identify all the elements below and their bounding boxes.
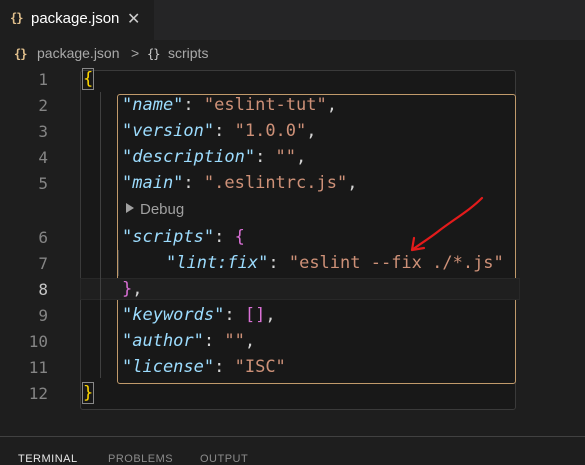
indent-guide [118,250,119,276]
debug-label: Debug [140,201,185,218]
object-node-icon: {} [147,47,160,61]
line-number: 5 [38,174,48,193]
tab-package-json[interactable]: {} package.json ✕ [0,0,154,40]
code-line[interactable]: }, [122,276,143,302]
code-line[interactable]: "main": ".eslintrc.js", [122,170,357,196]
line-number: 10 [28,332,48,351]
code-line[interactable]: "description": "", [122,144,306,170]
comma: , [265,305,276,325]
current-line-highlight [80,278,520,300]
play-icon [126,203,134,213]
colon: : [255,147,276,167]
line-number: 2 [38,96,48,115]
indent-guide [100,92,101,378]
code-line[interactable]: "version": "1.0.0", [122,118,317,144]
colon: : [183,173,204,193]
comma: , [306,121,317,141]
breadcrumb-node[interactable]: scripts [168,45,208,61]
comma: , [347,173,358,193]
json-value: [] [244,305,266,325]
code-line[interactable]: "name": "eslint-tut", [122,92,337,118]
code-line[interactable]: { [82,66,95,92]
line-number: 7 [38,254,48,273]
debug-codelens[interactable]: Debug [126,201,184,218]
json-value: "1.0.0" [234,121,307,141]
bottom-panel-tabs: TERMINAL PROBLEMS OUTPUT [0,436,585,465]
line-number: 11 [28,358,48,377]
json-key: "lint:fix" [166,253,269,273]
code-line[interactable]: "license": "ISC" [122,354,286,380]
comma: , [296,147,307,167]
comma: , [244,331,256,351]
close-icon[interactable]: ✕ [127,9,140,29]
colon: : [268,253,289,273]
tab-terminal[interactable]: TERMINAL [18,453,78,465]
json-file-icon: {} [14,47,27,61]
tab-label: package.json [31,10,120,27]
json-value: ".eslintrc.js" [203,173,348,193]
comma: , [326,95,337,115]
brace: { [82,68,95,90]
json-key: "description" [122,147,256,167]
colon: : [214,357,235,377]
colon: : [203,331,225,351]
breadcrumb-file[interactable]: package.json [37,45,120,61]
json-key: "main" [122,173,184,193]
json-key: "scripts" [122,227,215,247]
line-number: 9 [38,306,48,325]
tab-problems[interactable]: PROBLEMS [108,453,173,465]
brace: { [234,227,245,247]
json-value: "" [224,331,245,351]
colon: : [214,227,235,247]
json-file-icon: {} [10,11,23,25]
json-value: "ISC" [234,357,286,377]
json-value: "eslint-tut" [203,95,327,115]
breadcrumb: {} package.json > {} scripts [0,40,585,66]
json-key: "license" [122,357,215,377]
colon: : [183,95,204,115]
brace: } [82,382,95,404]
line-number: 8 [38,280,48,299]
tab-output[interactable]: OUTPUT [200,453,248,465]
line-number: 4 [38,148,48,167]
json-key: "version" [122,121,215,141]
breadcrumb-separator: > [131,45,140,61]
brace: } [122,279,133,299]
colon: : [224,305,245,325]
line-number: 3 [38,122,48,141]
json-key: "name" [122,95,184,115]
json-key: "author" [122,331,204,351]
code-line[interactable]: "keywords": [], [122,302,276,328]
tab-bar: {} package.json ✕ [0,0,585,40]
editor[interactable]: 1 2 3 4 5 6 7 8 9 10 11 12 { "name": "es… [0,66,585,436]
colon: : [214,121,235,141]
json-key: "keywords" [122,305,225,325]
annotation-arrow [410,196,484,252]
line-number: 12 [28,384,48,403]
code-line[interactable]: } [82,380,95,406]
line-number: 1 [38,70,48,89]
line-number: 6 [38,228,48,247]
code-line[interactable]: "author": "", [122,328,255,354]
code-line[interactable]: "scripts": { [122,224,245,250]
comma: , [132,279,143,299]
json-value: "" [275,147,297,167]
